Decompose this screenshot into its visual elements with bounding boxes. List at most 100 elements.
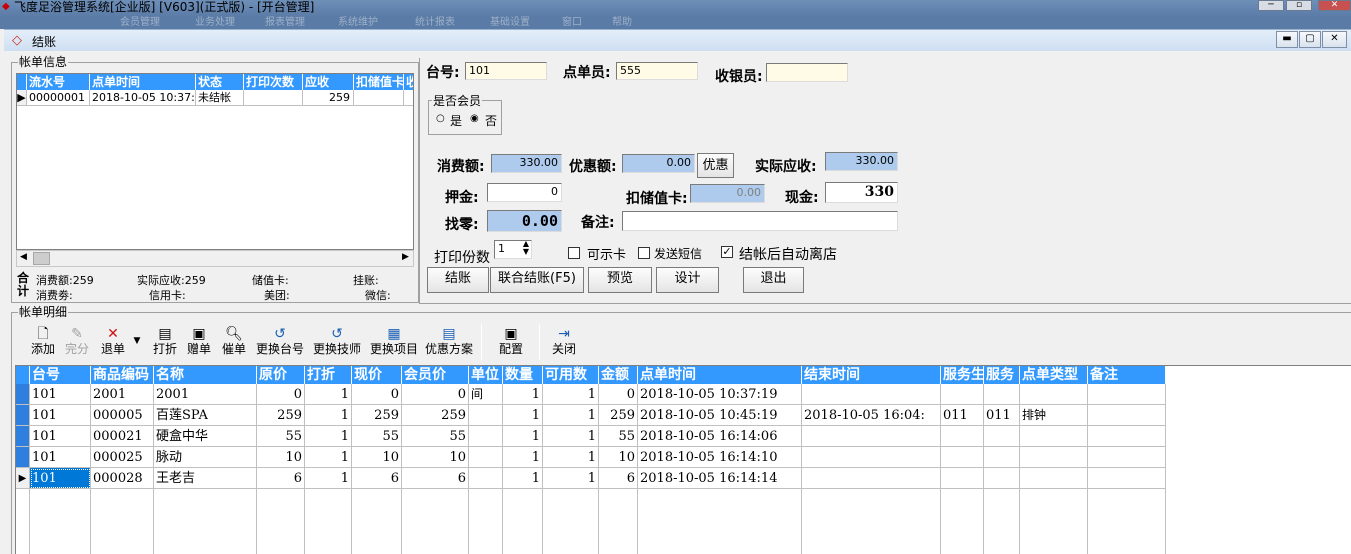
detail-cell-order-time[interactable]: 2018-10-05 16:14:10 xyxy=(638,447,802,468)
detail-cell-table[interactable]: 101 xyxy=(30,384,91,405)
detail-cell-discount[interactable]: 1 xyxy=(305,405,352,426)
remark-field[interactable] xyxy=(622,211,898,231)
checkout-button[interactable]: 结账 xyxy=(427,267,489,293)
detail-cell-member-price[interactable]: 0 xyxy=(402,384,469,405)
detail-cell-discount[interactable]: 1 xyxy=(305,447,352,468)
detail-cell-name[interactable]: 百莲SPA xyxy=(154,405,257,426)
detail-cell-table[interactable]: 101 xyxy=(30,468,91,489)
minimize-icon[interactable]: ─ xyxy=(1258,0,1284,11)
detail-col-qty-header[interactable]: 数量 xyxy=(503,366,543,384)
detail-col-discount-header[interactable]: 打折 xyxy=(305,366,352,384)
bill-grid[interactable]: 流水号 点单时间 状态 打印次数 应收 扣储值卡 收 ▶ 00000001 20… xyxy=(16,73,414,250)
detail-cell-order-time[interactable]: 2018-10-05 10:37:19 xyxy=(638,384,802,405)
change-table-button[interactable]: ↺ 更换台号 xyxy=(254,322,306,362)
detail-cell-name[interactable]: 王老吉 xyxy=(154,468,257,489)
detail-grid[interactable]: 台号 商品编码 名称 原价 打折 现价 会员价 单位 数量 可用数 金额 点单时间 结束时间 服务生 服务点… xyxy=(15,365,1351,554)
detail-cell-unit[interactable] xyxy=(469,468,503,489)
detail-cell-orig-price[interactable]: 10 xyxy=(257,447,305,468)
detail-cell-discount[interactable]: 1 xyxy=(305,468,352,489)
detail-col-service-header[interactable]: 服务 xyxy=(984,366,1020,384)
detail-col-member-price-header[interactable]: 会员价 xyxy=(402,366,469,384)
detail-cell-member-price[interactable]: 259 xyxy=(402,405,469,426)
waiter-field[interactable]: 555 xyxy=(616,62,698,80)
detail-col-unit-header[interactable]: 单位 xyxy=(469,366,503,384)
detail-cell-discount[interactable]: 1 xyxy=(305,384,352,405)
bill-cell-stored-card[interactable] xyxy=(354,90,404,106)
detail-cell-code[interactable]: 000028 xyxy=(91,468,154,489)
detail-cell-name[interactable]: 2001 xyxy=(154,384,257,405)
detail-cell-qty[interactable]: 1 xyxy=(503,426,543,447)
scroll-thumb[interactable] xyxy=(33,252,50,265)
preview-button[interactable]: 预览 xyxy=(588,267,652,293)
detail-cell-order-time[interactable]: 2018-10-05 16:14:14 xyxy=(638,468,802,489)
detail-cell-member-price[interactable]: 55 xyxy=(402,426,469,447)
detail-cell-orig-price[interactable]: 259 xyxy=(257,405,305,426)
change-item-button[interactable]: ▦ 更换项目 xyxy=(368,322,420,362)
gift-button[interactable]: ▣ 赠单 xyxy=(184,322,214,362)
detail-cell-order-type[interactable] xyxy=(1020,384,1088,405)
member-yes-radio[interactable]: ○ xyxy=(436,113,445,124)
detail-cell-qty[interactable]: 1 xyxy=(503,405,543,426)
menu-item[interactable]: 业务处理 xyxy=(195,17,235,29)
bill-cell-extra[interactable] xyxy=(404,90,413,106)
detail-col-order-time-header[interactable]: 点单时间 xyxy=(638,366,802,384)
detail-cell-price[interactable]: 10 xyxy=(352,447,402,468)
detail-cell-amount[interactable]: 259 xyxy=(599,405,638,426)
config-button[interactable]: ▣ 配置 xyxy=(496,322,526,362)
bill-horizontal-scrollbar[interactable]: ◀ ▶ xyxy=(16,250,414,267)
detail-cell-order-type[interactable] xyxy=(1020,447,1088,468)
close-button[interactable]: ⇥ 关闭 xyxy=(549,322,579,362)
row-indicator[interactable] xyxy=(16,405,30,426)
detail-cell-waiter[interactable] xyxy=(941,426,984,447)
detail-col-order-type-header[interactable]: 点单类型 xyxy=(1020,366,1088,384)
detail-cell-price[interactable]: 0 xyxy=(352,384,402,405)
detail-cell-order-type[interactable] xyxy=(1020,468,1088,489)
detail-col-table-header[interactable]: 台号 xyxy=(30,366,91,384)
bill-cell-print-count[interactable] xyxy=(244,90,303,106)
urge-button[interactable]: 🔍︎ 催单 xyxy=(219,322,249,362)
dialog-close-icon[interactable]: ✕ xyxy=(1322,31,1347,48)
detail-cell-table[interactable]: 101 xyxy=(30,426,91,447)
bill-cell-receivable[interactable]: 259 xyxy=(303,90,354,106)
detail-cell-code[interactable]: 000021 xyxy=(91,426,154,447)
cash-field[interactable]: 330 xyxy=(825,182,898,203)
detail-cell-orig-price[interactable]: 55 xyxy=(257,426,305,447)
add-button[interactable]: 🗋 添加 xyxy=(28,322,58,362)
finish-button[interactable]: ✎ 完分 xyxy=(62,322,92,362)
menu-item[interactable]: 基础设置 xyxy=(490,17,530,29)
detail-cell-remark[interactable] xyxy=(1088,468,1166,489)
member-no-radio[interactable]: ◉ xyxy=(470,113,479,124)
detail-cell-member-price[interactable]: 10 xyxy=(402,447,469,468)
detail-cell-avail[interactable]: 1 xyxy=(543,426,599,447)
detail-cell-end-time[interactable] xyxy=(802,426,941,447)
detail-cell-avail[interactable]: 1 xyxy=(543,405,599,426)
detail-cell-end-time[interactable]: 2018-10-05 16:04: xyxy=(802,405,941,426)
detail-cell-service[interactable] xyxy=(984,426,1020,447)
bill-col-receivable[interactable]: 应收 xyxy=(303,74,354,90)
detail-col-orig-price-header[interactable]: 原价 xyxy=(257,366,305,384)
detail-col-amount-header[interactable]: 金额 xyxy=(599,366,638,384)
detail-cell-table[interactable]: 101 xyxy=(30,405,91,426)
menu-item[interactable]: 会员管理 xyxy=(120,17,160,29)
exit-button[interactable]: 退出 xyxy=(743,267,804,293)
detail-cell-order-time[interactable]: 2018-10-05 16:14:06 xyxy=(638,426,802,447)
detail-cell-order-type[interactable]: 排钟 xyxy=(1020,405,1088,426)
detail-cell-orig-price[interactable]: 6 xyxy=(257,468,305,489)
option-auto-leave-checkbox[interactable]: ✓ xyxy=(721,246,733,258)
detail-col-remark-header[interactable]: 备注 xyxy=(1088,366,1166,384)
dialog-minimize-icon[interactable]: ▬ xyxy=(1276,31,1298,48)
spin-up-icon[interactable]: ▲ ▼ xyxy=(523,241,529,256)
scroll-left-icon[interactable]: ◀ xyxy=(20,252,27,262)
detail-col-waiter-header[interactable]: 服务生 xyxy=(941,366,984,384)
detail-cell-name[interactable]: 硬盒中华 xyxy=(154,426,257,447)
detail-cell-name[interactable]: 脉动 xyxy=(154,447,257,468)
detail-cell-avail[interactable]: 1 xyxy=(543,447,599,468)
detail-cell-table[interactable]: 101 xyxy=(30,447,91,468)
detail-cell-price[interactable]: 259 xyxy=(352,405,402,426)
promo-button[interactable]: ▤ 优惠方案 xyxy=(423,322,475,362)
close-icon[interactable]: ✕ xyxy=(1318,0,1351,11)
detail-cell-unit[interactable] xyxy=(469,426,503,447)
detail-col-avail-header[interactable]: 可用数 xyxy=(543,366,599,384)
detail-cell-end-time[interactable] xyxy=(802,468,941,489)
detail-cell-qty[interactable]: 1 xyxy=(503,447,543,468)
